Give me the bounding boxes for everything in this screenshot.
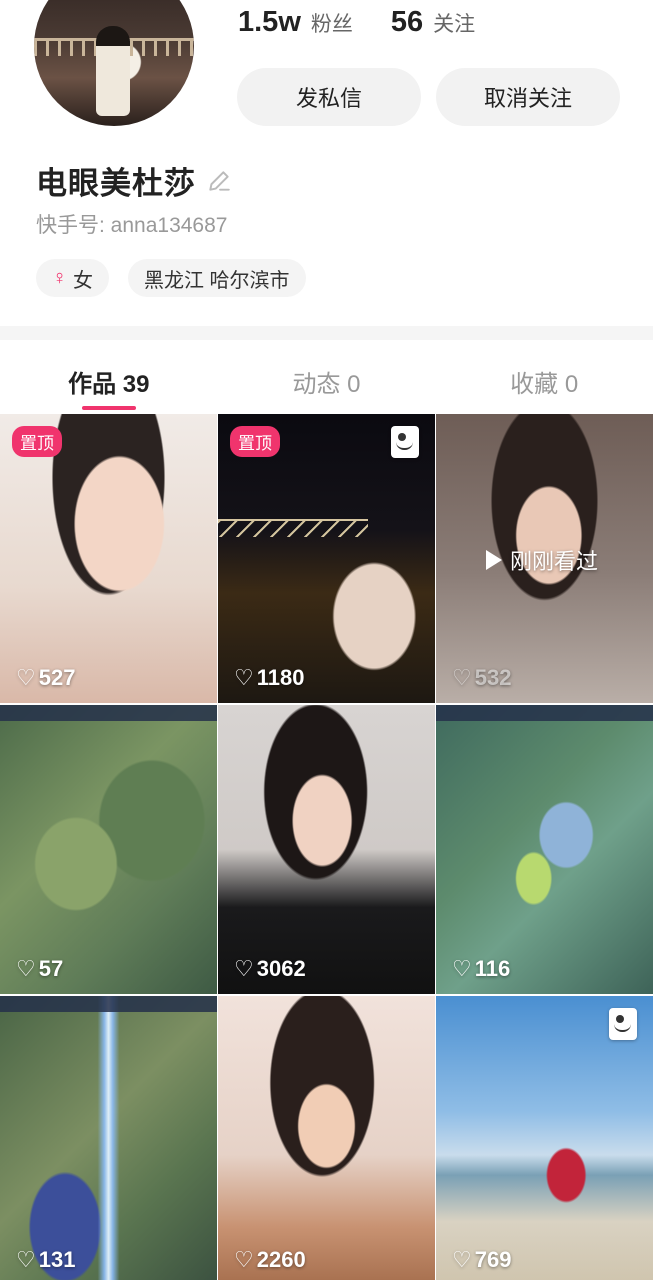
bridge-lights: [218, 519, 368, 537]
pencil-icon[interactable]: [206, 168, 232, 194]
avatar-figure: [96, 26, 130, 116]
game-hud: [0, 705, 217, 721]
heart-icon: ♡: [234, 665, 254, 690]
like-count: ♡ 527: [16, 665, 76, 690]
tab-moments[interactable]: 动态 0: [218, 340, 436, 414]
heart-icon: ♡: [16, 1247, 36, 1272]
work-thumbnail[interactable]: ♡ 769: [436, 996, 653, 1280]
game-hud: [0, 996, 217, 1012]
account-id: 快手号: anna134687: [36, 214, 228, 237]
unfollow-button[interactable]: 取消关注: [436, 68, 620, 126]
heart-icon: ♡: [234, 1247, 254, 1272]
work-thumbnail[interactable]: ♡ 3062: [218, 705, 435, 994]
photo-icon: [391, 426, 419, 458]
work-thumbnail[interactable]: 置顶 ♡ 1180: [218, 414, 435, 703]
following-stat[interactable]: 56 关注: [391, 6, 475, 39]
play-icon: [486, 550, 502, 570]
heart-icon: ♡: [16, 956, 36, 981]
profile-tabs: 作品 39 动态 0 收藏 0: [0, 340, 653, 414]
work-thumbnail[interactable]: ♡ 116: [436, 705, 653, 994]
heart-icon: ♡: [234, 956, 254, 981]
like-count: ♡ 1180: [234, 665, 305, 690]
following-count: 56: [390, 6, 424, 38]
game-hud: [436, 705, 653, 721]
followers-label: 粉丝: [310, 13, 353, 36]
avatar[interactable]: [34, 0, 194, 126]
work-thumbnail[interactable]: ♡ 57: [0, 705, 217, 994]
like-count: ♡ 769: [452, 1247, 512, 1272]
like-count: ♡ 2260: [234, 1247, 306, 1272]
like-count: ♡ 532: [452, 665, 512, 690]
work-thumbnail[interactable]: ♡ 2260: [218, 996, 435, 1280]
photo-icon: [609, 1008, 637, 1040]
work-thumbnail[interactable]: 刚刚看过 ♡ 532: [436, 414, 653, 703]
pinned-badge: 置顶: [230, 426, 280, 457]
send-message-button[interactable]: 发私信: [237, 68, 421, 126]
followers-stat[interactable]: 1.5w 粉丝: [238, 6, 353, 39]
like-count: ♡ 131: [16, 1247, 76, 1272]
gender-tag: ♀ 女: [36, 259, 109, 297]
location-tag: 黑龙江 哈尔滨市: [128, 259, 306, 297]
work-thumbnail[interactable]: ♡ 131: [0, 996, 217, 1280]
followers-count: 1.5w: [238, 6, 301, 38]
section-divider: [0, 326, 653, 340]
heart-icon: ♡: [452, 956, 472, 981]
like-count: ♡ 57: [16, 956, 64, 981]
work-thumbnail[interactable]: 置顶 ♡ 527: [0, 414, 217, 703]
name-row: 电眼美杜莎: [36, 158, 232, 203]
location-label: 黑龙江 哈尔滨市: [144, 269, 290, 292]
gender-label: 女: [73, 269, 93, 292]
like-count: ♡ 3062: [234, 956, 306, 981]
heart-icon: ♡: [16, 665, 36, 690]
recently-watched-label: 刚刚看过: [486, 544, 598, 576]
tab-works[interactable]: 作品 39: [0, 340, 218, 414]
female-icon: ♀: [52, 266, 67, 289]
pinned-badge: 置顶: [12, 426, 62, 457]
heart-icon: ♡: [452, 665, 472, 690]
heart-icon: ♡: [452, 1247, 472, 1272]
like-count: ♡ 116: [452, 956, 511, 981]
following-label: 关注: [433, 13, 476, 36]
profile-stats: 1.5w 粉丝 56 关注: [238, 6, 475, 39]
profile-name: 电眼美杜莎: [36, 166, 196, 201]
works-grid: 置顶 ♡ 527 置顶 ♡ 1180 刚刚看过 ♡ 532 ♡ 57 ♡ 3062 ♡ 11…: [0, 414, 653, 1280]
tab-favorites[interactable]: 收藏 0: [435, 340, 653, 414]
